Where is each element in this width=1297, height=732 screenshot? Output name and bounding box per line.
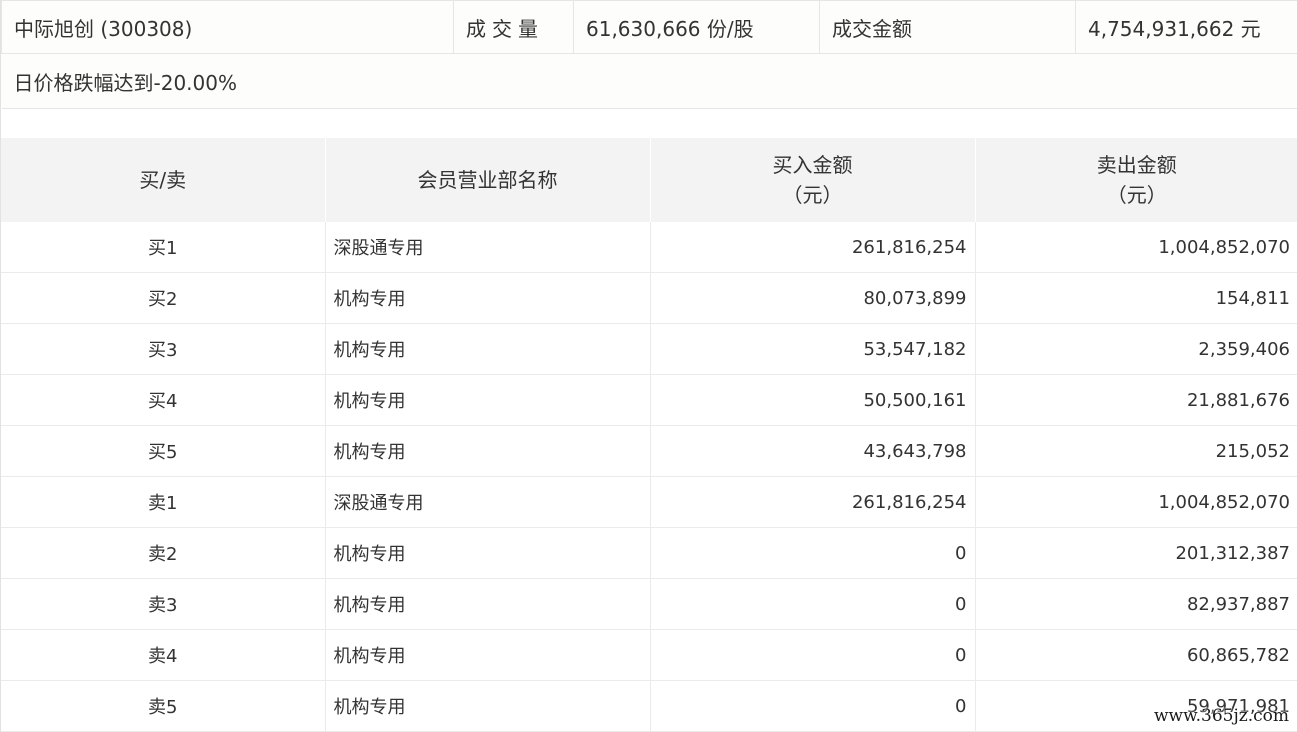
row-side: 买5 [1,425,325,477]
row-buy-amount: 0 [649,629,975,681]
table-row: 卖1 深股通专用 261,816,254 1,004,852,070 [1,476,1297,528]
row-sell-amount: 21,881,676 [974,374,1297,426]
row-side: 卖4 [1,629,325,681]
header-buy-unit: （元） [782,183,843,207]
row-member: 机构专用 [324,629,650,681]
amount-value: 4,754,931,662 元 [1075,0,1297,54]
row-buy-amount: 0 [649,680,975,732]
row-buy-amount: 50,500,161 [649,374,975,426]
row-buy-amount: 43,643,798 [649,425,975,477]
row-buy-amount: 0 [649,578,975,630]
row-sell-amount: 60,865,782 [974,629,1297,681]
stock-name-code: 中际旭创 (300308) [1,0,454,54]
row-member: 机构专用 [324,680,650,732]
row-buy-amount: 53,547,182 [649,323,975,375]
row-buy-amount: 261,816,254 [649,476,975,528]
table-row: 买2 机构专用 80,073,899 154,811 [1,272,1297,324]
row-sell-amount: 2,359,406 [974,323,1297,375]
reason-row: 日价格跌幅达到-20.00% [1,53,1297,109]
row-member: 机构专用 [324,578,650,630]
row-side: 买3 [1,323,325,375]
row-side: 卖5 [1,680,325,732]
table-row: 卖5 机构专用 0 59,971,981 [1,680,1297,732]
row-member: 机构专用 [324,272,650,324]
table-row: 卖4 机构专用 0 60,865,782 [1,629,1297,681]
row-member: 机构专用 [324,527,650,579]
row-sell-amount: 1,004,852,070 [974,222,1297,273]
row-sell-amount: 82,937,887 [974,578,1297,630]
table-row: 买3 机构专用 53,547,182 2,359,406 [1,323,1297,375]
header-sell-unit: （元） [1106,183,1167,207]
table-row: 卖2 机构专用 0 201,312,387 [1,527,1297,579]
row-side: 买2 [1,272,325,324]
row-sell-amount: 154,811 [974,272,1297,324]
row-side: 卖3 [1,578,325,630]
table-row: 买4 机构专用 50,500,161 21,881,676 [1,374,1297,426]
row-member: 深股通专用 [324,222,650,273]
row-side: 卖2 [1,527,325,579]
listing-reason: 日价格跌幅达到-20.00% [1,53,1297,109]
row-member: 机构专用 [324,374,650,426]
summary-row: 中际旭创 (300308) 成交量 61,630,666 份/股 成交金额 4,… [1,0,1297,54]
table-header-row: 买/卖 会员营业部名称 买入金额 （元） 卖出金额 （元） [1,138,1297,222]
row-buy-amount: 80,073,899 [649,272,975,324]
header-side: 买/卖 [1,138,325,222]
summary-table: 中际旭创 (300308) 成交量 61,630,666 份/股 成交金额 4,… [1,0,1297,109]
amount-label: 成交金额 [819,0,1076,54]
volume-value: 61,630,666 份/股 [573,0,820,54]
row-member: 机构专用 [324,425,650,477]
table-row: 买1 深股通专用 261,816,254 1,004,852,070 [1,222,1297,273]
site-watermark: www.365jz.com [1154,706,1289,726]
header-sell-label: 卖出金额 [1096,153,1177,177]
table-row: 买5 机构专用 43,643,798 215,052 [1,425,1297,477]
page-frame: 中际旭创 (300308) 成交量 61,630,666 份/股 成交金额 4,… [0,0,1297,732]
row-sell-amount: 215,052 [974,425,1297,477]
row-side: 卖1 [1,476,325,528]
header-sell-amount: 卖出金额 （元） [974,138,1297,222]
row-member: 机构专用 [324,323,650,375]
header-buy-label: 买入金额 [772,153,853,177]
row-sell-amount: 1,004,852,070 [974,476,1297,528]
trading-detail-table: 买/卖 会员营业部名称 买入金额 （元） 卖出金额 （元） 买1 深股通专用 2… [1,138,1297,732]
row-buy-amount: 0 [649,527,975,579]
row-sell-amount: 201,312,387 [974,527,1297,579]
row-buy-amount: 261,816,254 [649,222,975,273]
header-buy-amount: 买入金额 （元） [649,138,975,222]
table-row: 卖3 机构专用 0 82,937,887 [1,578,1297,630]
row-side: 买1 [1,222,325,273]
row-side: 买4 [1,374,325,426]
row-member: 深股通专用 [324,476,650,528]
volume-label: 成交量 [453,0,574,54]
header-member: 会员营业部名称 [324,138,650,222]
